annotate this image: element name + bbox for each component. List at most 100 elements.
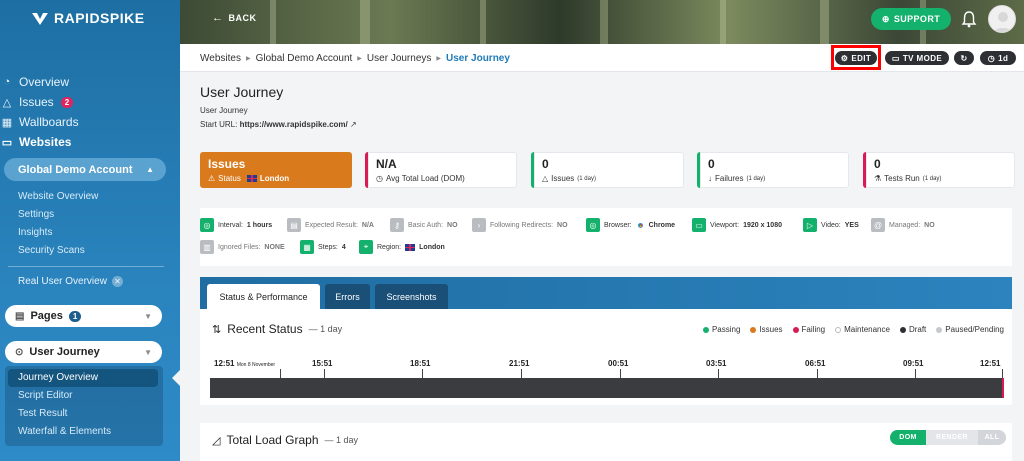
tv-mode-button[interactable]: ▭ TV MODE xyxy=(885,51,949,65)
status-legend: Passing Issues Failing Maintenance Draft… xyxy=(702,325,1004,334)
tab-errors[interactable]: Errors xyxy=(325,284,370,309)
support-button[interactable]: ⊕ SUPPORT xyxy=(871,8,951,30)
tick-date: Mon 8 November xyxy=(236,362,276,368)
nav-websites[interactable]: ▭ Websites xyxy=(0,132,180,152)
chevron-right-icon: ▶ xyxy=(245,56,251,62)
chip-label: Ignored Files: xyxy=(218,243,261,251)
key-icon: ⚷ xyxy=(390,218,404,232)
metric-label-text: Status xyxy=(218,174,241,183)
journey-select[interactable]: ⊙ User Journey ▼ xyxy=(5,341,162,363)
timeline-tick: 18:51 xyxy=(410,359,431,368)
status-timeline[interactable] xyxy=(210,378,1002,398)
refresh-button[interactable]: ↻ xyxy=(954,51,974,65)
link-journey-overview[interactable]: Journey Overview xyxy=(18,371,111,389)
header-background xyxy=(720,0,726,44)
chip-value: NO xyxy=(924,221,935,229)
start-url-value[interactable]: https://www.rapidspike.com/ xyxy=(240,120,348,129)
issues-metric-card[interactable]: 0 △ Issues (1 day) xyxy=(531,152,684,188)
link-security-scans[interactable]: Security Scans xyxy=(18,244,98,262)
metric-label: ◷ Avg Total Load (DOM) xyxy=(376,174,509,183)
main-content: User Journey User Journey Start URL: htt… xyxy=(180,72,1024,461)
real-user-overview-link[interactable]: Real User Overview ✕ xyxy=(18,276,123,287)
tick-mark xyxy=(1002,369,1003,378)
chip-value: London xyxy=(419,243,445,251)
account-name: Global Demo Account xyxy=(18,163,133,176)
status-metric-card[interactable]: Issues ⚠ Status London xyxy=(200,152,352,188)
account-select[interactable]: Global Demo Account ▲ xyxy=(4,158,166,181)
avg-load-metric-card[interactable]: N/A ◷ Avg Total Load (DOM) xyxy=(365,152,517,188)
link-website-overview[interactable]: Website Overview xyxy=(18,190,98,208)
tick-time: 12:51 xyxy=(214,359,235,368)
chip-value: 4 xyxy=(341,243,346,251)
link-script-editor[interactable]: Script Editor xyxy=(18,389,111,407)
link-insights[interactable]: Insights xyxy=(18,226,98,244)
status-timeline-latest[interactable] xyxy=(1002,378,1004,398)
warning-icon: △ xyxy=(2,96,12,109)
failures-metric-card[interactable]: 0 ↓ Failures (1 day) xyxy=(697,152,849,188)
chip-value: N/A xyxy=(361,221,374,229)
metric-value: N/A xyxy=(376,157,397,171)
chevron-right-icon: ▶ xyxy=(357,56,362,62)
toggle-dom[interactable]: DOM xyxy=(890,430,926,445)
metric-range: (1 day) xyxy=(922,175,942,182)
link-settings[interactable]: Settings xyxy=(18,208,98,226)
clock-icon: ◷ xyxy=(987,53,996,63)
file-icon: ▥ xyxy=(200,240,214,254)
legend-maintenance: Maintenance xyxy=(835,325,890,334)
monitor-icon: ▭ xyxy=(692,218,706,232)
link-waterfall-elements[interactable]: Waterfall & Elements xyxy=(18,425,111,443)
metric-range: (1 day) xyxy=(746,175,766,182)
timeline-tick: 03:51 xyxy=(706,359,727,368)
metric-value: 0 xyxy=(542,157,549,171)
status-panel: Status & Performance Errors Screenshots … xyxy=(200,277,1012,405)
metric-region: London xyxy=(259,174,290,183)
metric-range: (1 day) xyxy=(577,175,596,182)
load-graph-panel: ◿ Total Load Graph — 1 day DOM RENDER AL… xyxy=(200,423,1012,461)
link-test-result[interactable]: Test Result xyxy=(18,407,111,425)
journey-links: Journey Overview Script Editor Test Resu… xyxy=(18,371,111,443)
time-range-button[interactable]: ◷ 1d xyxy=(980,51,1016,65)
tick-mark xyxy=(280,369,281,378)
journey-icon: ⊙ xyxy=(15,346,24,358)
chevron-right-icon: ▶ xyxy=(436,56,442,62)
header-background xyxy=(600,0,608,44)
crumb-user-journeys[interactable]: User Journeys xyxy=(367,53,431,64)
user-avatar[interactable] xyxy=(988,5,1016,33)
chip-label: Browser: xyxy=(604,221,632,229)
nav-issues[interactable]: △ Issues 2 xyxy=(0,92,180,112)
edit-highlight-box xyxy=(831,45,881,70)
toggle-all[interactable]: ALL xyxy=(978,430,1006,445)
chrome-icon xyxy=(635,220,645,230)
tab-screenshots[interactable]: Screenshots xyxy=(375,284,448,309)
chip-label: Region: xyxy=(377,243,402,251)
timeline-tick: 00:51 xyxy=(608,359,629,368)
nav-overview[interactable]: ◔ Overview xyxy=(0,72,180,92)
managed-icon: @ xyxy=(871,218,885,232)
chip-basic-auth: ⚷ Basic Auth: NO xyxy=(390,218,458,232)
toggle-render[interactable]: RENDER xyxy=(926,430,978,445)
pages-select-label: Pages xyxy=(30,310,63,322)
chip-region: ⌖ Region: London xyxy=(359,240,445,254)
pages-select[interactable]: ▤ Pages 1 ▼ xyxy=(5,305,162,327)
tests-run-metric-card[interactable]: 0 ⚗ Tests Run (1 day) xyxy=(863,152,1015,188)
crumb-account[interactable]: Global Demo Account xyxy=(256,53,353,64)
close-icon[interactable]: ✕ xyxy=(111,276,123,287)
bell-icon[interactable] xyxy=(961,10,977,28)
chip-value: NO xyxy=(557,221,568,229)
redirect-icon: › xyxy=(472,218,486,232)
nav-label: Wallboards xyxy=(19,115,79,129)
recent-status-title: ⇅ Recent Status — 1 day xyxy=(212,322,342,336)
chip-redirects: › Following Redirects: NO xyxy=(472,218,568,232)
location-pin-icon: ⌖ xyxy=(359,240,373,254)
clock-icon: ◷ xyxy=(376,174,383,183)
nav-wallboards[interactable]: ▦ Wallboards xyxy=(0,112,180,132)
metric-label-text: Failures xyxy=(715,174,744,183)
crumb-websites[interactable]: Websites xyxy=(200,53,241,64)
legend-paused: Paused/Pending xyxy=(936,325,1004,334)
tab-status-performance[interactable]: Status & Performance xyxy=(207,284,320,309)
refresh-icon: ↻ xyxy=(960,53,968,63)
back-button[interactable]: ← BACK xyxy=(212,12,257,24)
brand-logo[interactable]: RAPIDSPIKE xyxy=(32,10,145,26)
external-link-icon[interactable]: ↗ xyxy=(350,120,357,129)
sidebar-divider xyxy=(8,266,164,267)
